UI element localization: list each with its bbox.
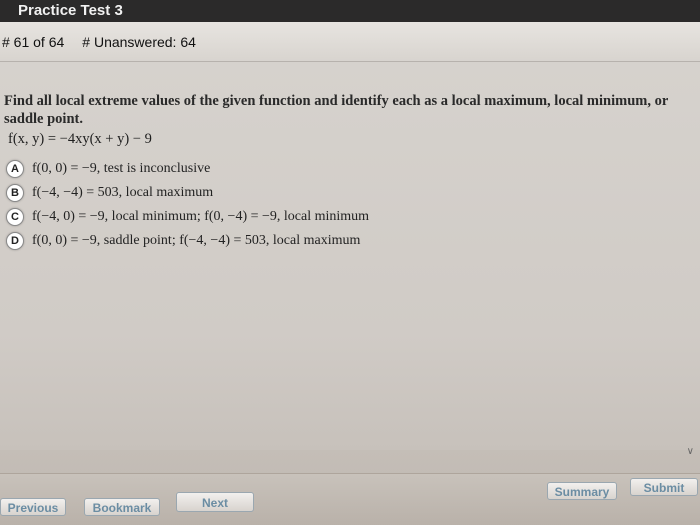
test-screen: Practice Test 3 # 61 of 64 # Unanswered:… bbox=[0, 0, 700, 525]
choice-a-radio[interactable]: A bbox=[6, 160, 24, 178]
window-title: Practice Test 3 bbox=[18, 2, 123, 19]
question-counter: # 61 of 64 bbox=[2, 33, 65, 50]
question-panel: Find all local extreme values of the giv… bbox=[0, 62, 700, 450]
choice-d-text: f(0, 0) = −9, saddle point; f(−4, −4) = … bbox=[32, 233, 361, 248]
submit-button[interactable]: Submit bbox=[630, 478, 698, 496]
choice-b-text: f(−4, −4) = 503, local maximum bbox=[32, 185, 214, 200]
bookmark-button[interactable]: Bookmark bbox=[84, 498, 160, 516]
choice-a[interactable]: A f(0, 0) = −9, test is inconclusive bbox=[6, 160, 700, 178]
answer-choices: A f(0, 0) = −9, test is inconclusive B f… bbox=[6, 160, 700, 250]
choice-c-text: f(−4, 0) = −9, local minimum; f(0, −4) =… bbox=[32, 209, 370, 224]
unanswered-counter: # Unanswered: 64 bbox=[82, 33, 196, 50]
choice-a-text: f(0, 0) = −9, test is inconclusive bbox=[32, 161, 211, 176]
summary-button[interactable]: Summary bbox=[547, 482, 617, 500]
navigation-bar: Previous Bookmark Next Summary Submit bbox=[0, 473, 700, 525]
previous-button[interactable]: Previous bbox=[0, 498, 66, 516]
choice-c-radio[interactable]: C bbox=[6, 208, 24, 226]
next-button[interactable]: Next bbox=[176, 492, 254, 512]
choice-c[interactable]: C f(−4, 0) = −9, local minimum; f(0, −4)… bbox=[6, 208, 700, 226]
window-title-bar: Practice Test 3 bbox=[0, 0, 700, 22]
status-bar: # 61 of 64 # Unanswered: 64 bbox=[0, 22, 700, 62]
choice-d[interactable]: D f(0, 0) = −9, saddle point; f(−4, −4) … bbox=[6, 232, 700, 250]
question-function: f(x, y) = −4xy(x + y) − 9 bbox=[8, 131, 152, 147]
question-prompt: Find all local extreme values of the giv… bbox=[4, 93, 669, 127]
chevron-down-icon[interactable]: ∨ bbox=[687, 446, 694, 457]
choice-d-radio[interactable]: D bbox=[6, 232, 24, 250]
choice-b[interactable]: B f(−4, −4) = 503, local maximum bbox=[6, 184, 700, 202]
choice-b-radio[interactable]: B bbox=[6, 184, 24, 202]
